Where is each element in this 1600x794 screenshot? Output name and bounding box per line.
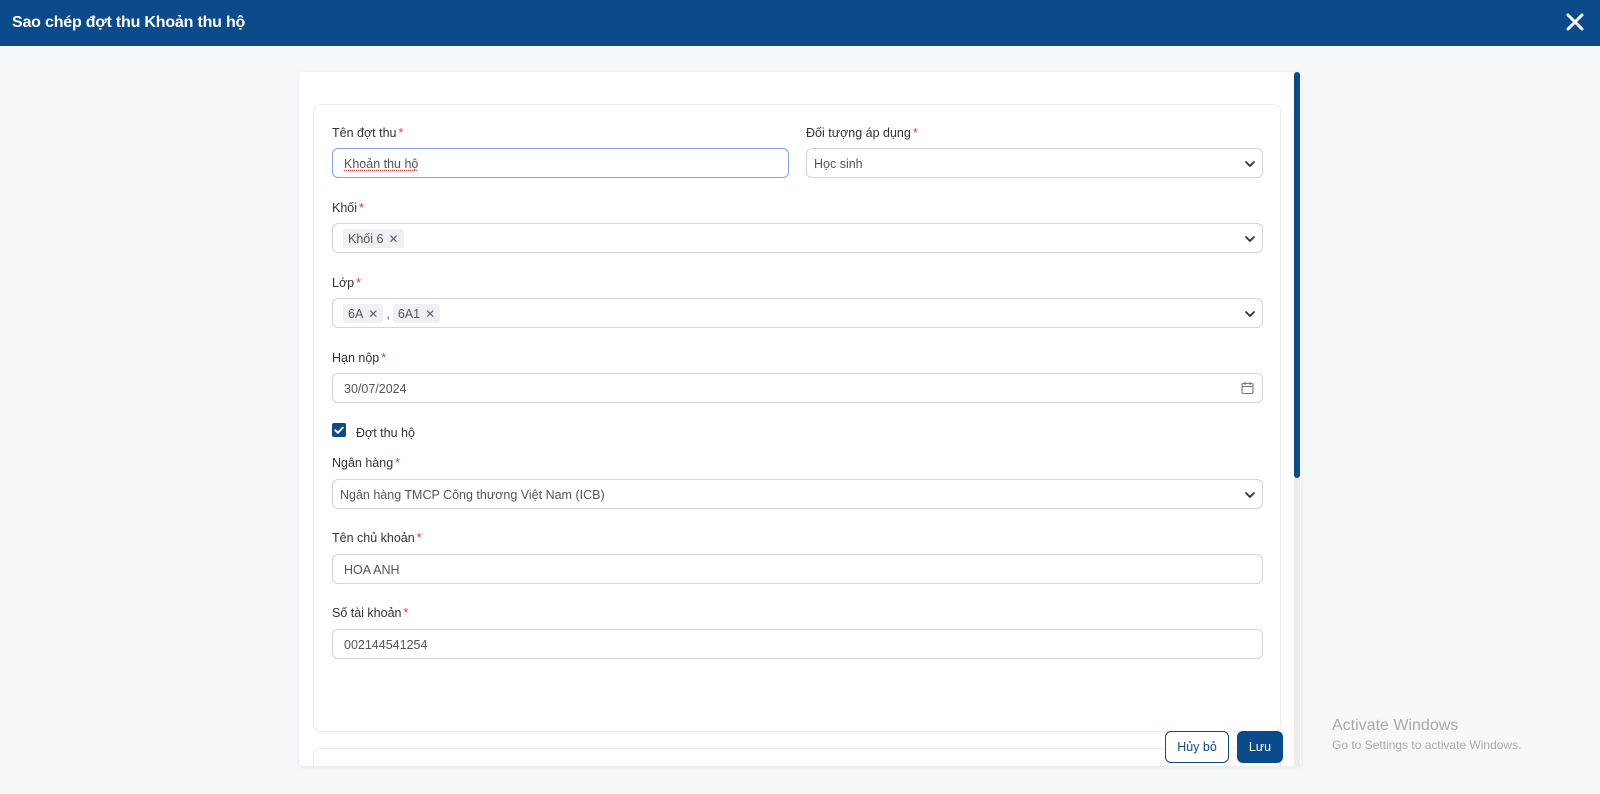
footer-panel [313,748,1281,766]
required-marker: * [403,606,409,620]
account-number-input[interactable]: 002144541254 [332,629,1263,659]
watermark-title: Activate Windows [1332,717,1459,734]
due-date-value: 30/07/2024 [344,382,407,396]
grade-label-text: Khối [332,201,358,215]
account-holder-label: Tên chủ khoản * [332,531,422,545]
chevron-down-icon [1245,161,1255,167]
account-holder-label-text: Tên chủ khoản [332,531,415,545]
cancel-button[interactable]: Hủy bỏ [1165,731,1229,763]
scrollbar-thumb[interactable] [1294,72,1300,478]
applicable-target-label-text: Đối tượng áp dụng [806,126,911,140]
due-date-label: Hạn nộp * [332,351,386,365]
account-number-label-text: Số tài khoản [332,606,402,620]
class-tag-label: 6A [348,306,364,321]
calendar-icon[interactable] [1241,381,1254,395]
required-marker: * [398,126,404,140]
collection-on-behalf-checkbox[interactable] [332,423,346,437]
class-label-text: Lớp [332,276,355,290]
remove-tag-icon[interactable]: ✕ [388,232,398,246]
tag-separator: , [386,306,390,321]
bank-select[interactable]: Ngân hàng TMCP Công thương Việt Nam (ICB… [332,479,1263,509]
grade-multiselect[interactable]: Khối 6 ✕ [332,223,1263,253]
bank-label: Ngân hàng * [332,456,400,470]
account-holder-input[interactable]: HOA ANH [332,554,1263,584]
account-number-value: 002144541254 [344,638,428,652]
required-marker: * [395,456,401,470]
applicable-target-value: Học sinh [814,157,863,171]
required-marker: * [356,276,361,290]
chevron-down-icon [1245,311,1255,317]
grade-label: Khối * [332,201,364,215]
grade-tag: Khối 6 ✕ [343,229,404,248]
campaign-name-value: Khoản thu hộ [344,157,419,171]
dialog-header: Sao chép đợt thu Khoản thu hộ [0,0,1600,46]
remove-tag-icon[interactable]: ✕ [368,307,378,321]
due-date-picker[interactable]: 30/07/2024 [332,373,1263,403]
dialog-title: Sao chép đợt thu Khoản thu hộ [12,14,246,31]
class-tag: 6A1 ✕ [392,304,441,323]
required-marker: * [359,201,364,215]
class-label: Lớp * [332,276,361,290]
class-tag: 6A ✕ [343,304,384,323]
bank-value: Ngân hàng TMCP Công thương Việt Nam (ICB… [340,488,605,502]
required-marker: * [416,531,422,545]
remove-tag-icon[interactable]: ✕ [425,307,435,321]
campaign-name-label: Tên đợt thu * [332,126,403,140]
required-marker: * [912,126,918,140]
applicable-target-label: Đối tượng áp dụng * [806,126,918,140]
account-number-label: Số tài khoản * [332,606,408,620]
check-icon [334,426,344,434]
class-multiselect[interactable]: 6A ✕ , 6A1 ✕ [332,298,1263,328]
applicable-target-select[interactable]: Học sinh [806,148,1263,178]
bank-label-text: Ngân hàng [332,456,394,470]
watermark-subtitle: Go to Settings to activate Windows. [1332,738,1522,752]
account-holder-value: HOA ANH [344,563,400,577]
grade-tag-label: Khối 6 [348,231,384,246]
class-tag-label: 6A1 [397,306,421,321]
collection-on-behalf-label: Đợt thu hộ [356,426,415,440]
close-icon[interactable] [1562,9,1588,35]
chevron-down-icon [1245,492,1255,498]
campaign-name-label-text: Tên đợt thu [332,126,397,140]
campaign-name-input[interactable]: Khoản thu hộ [332,148,789,178]
activate-windows-watermark: Activate Windows Go to Settings to activ… [1332,717,1521,752]
due-date-label-text: Hạn nộp [332,351,380,365]
save-button[interactable]: Lưu [1237,731,1283,763]
required-marker: * [381,351,387,365]
chevron-down-icon [1245,236,1255,242]
